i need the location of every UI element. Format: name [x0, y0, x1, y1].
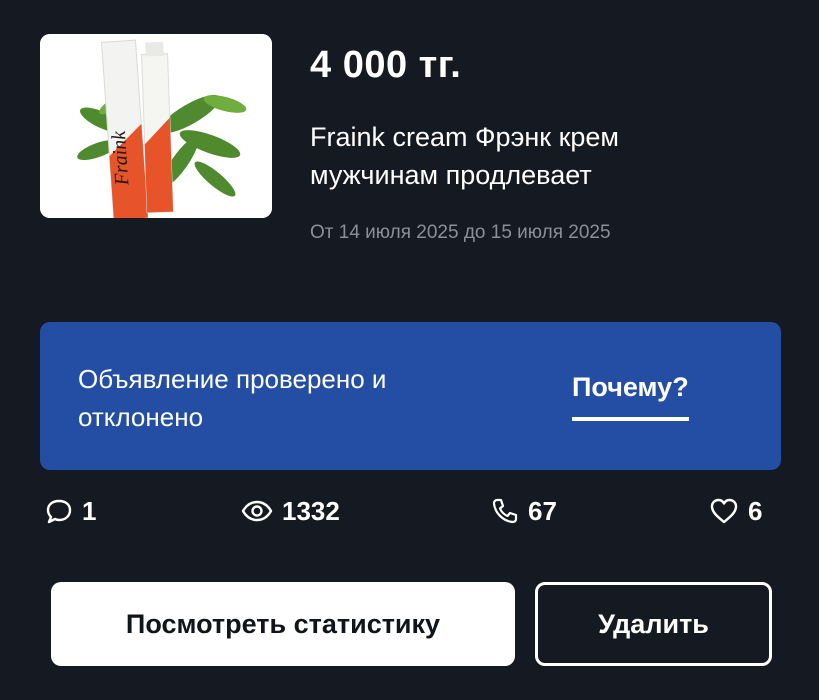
view-statistics-button[interactable]: Посмотреть статистику [51, 582, 515, 666]
listing-price: 4 000 тг. [310, 44, 462, 86]
calls-count: 67 [528, 495, 557, 526]
calls-stat: 67 [490, 494, 557, 528]
status-message: Объявление проверено и отклонено [78, 364, 387, 432]
views-count: 1332 [282, 495, 340, 526]
product-thumbnail[interactable]: Fraink [40, 34, 272, 218]
phone-icon [490, 496, 520, 526]
delete-button[interactable]: Удалить [535, 582, 772, 666]
favorites-count: 6 [748, 495, 763, 526]
heart-icon [708, 496, 740, 526]
why-rejected-link[interactable]: Почему? [572, 372, 689, 421]
listing-date-range: От 14 июля 2025 до 15 июля 2025 [310, 222, 611, 243]
comments-count: 1 [82, 495, 97, 526]
eye-icon [240, 499, 274, 523]
rejection-status-banner: Объявление проверено и отклонено Почему? [40, 322, 781, 470]
listing-title[interactable]: Fraink cream Фрэнк крем мужчинам продлев… [310, 118, 750, 194]
views-stat: 1332 [240, 494, 340, 528]
comment-bubble-icon [44, 497, 74, 525]
favorites-stat[interactable]: 6 [708, 494, 762, 528]
comments-stat[interactable]: 1 [44, 494, 96, 528]
listing-card: Fraink 4 000 тг. Fraink cream Фрэнк крем… [0, 0, 819, 700]
svg-text:Fraink: Fraink [108, 129, 134, 187]
